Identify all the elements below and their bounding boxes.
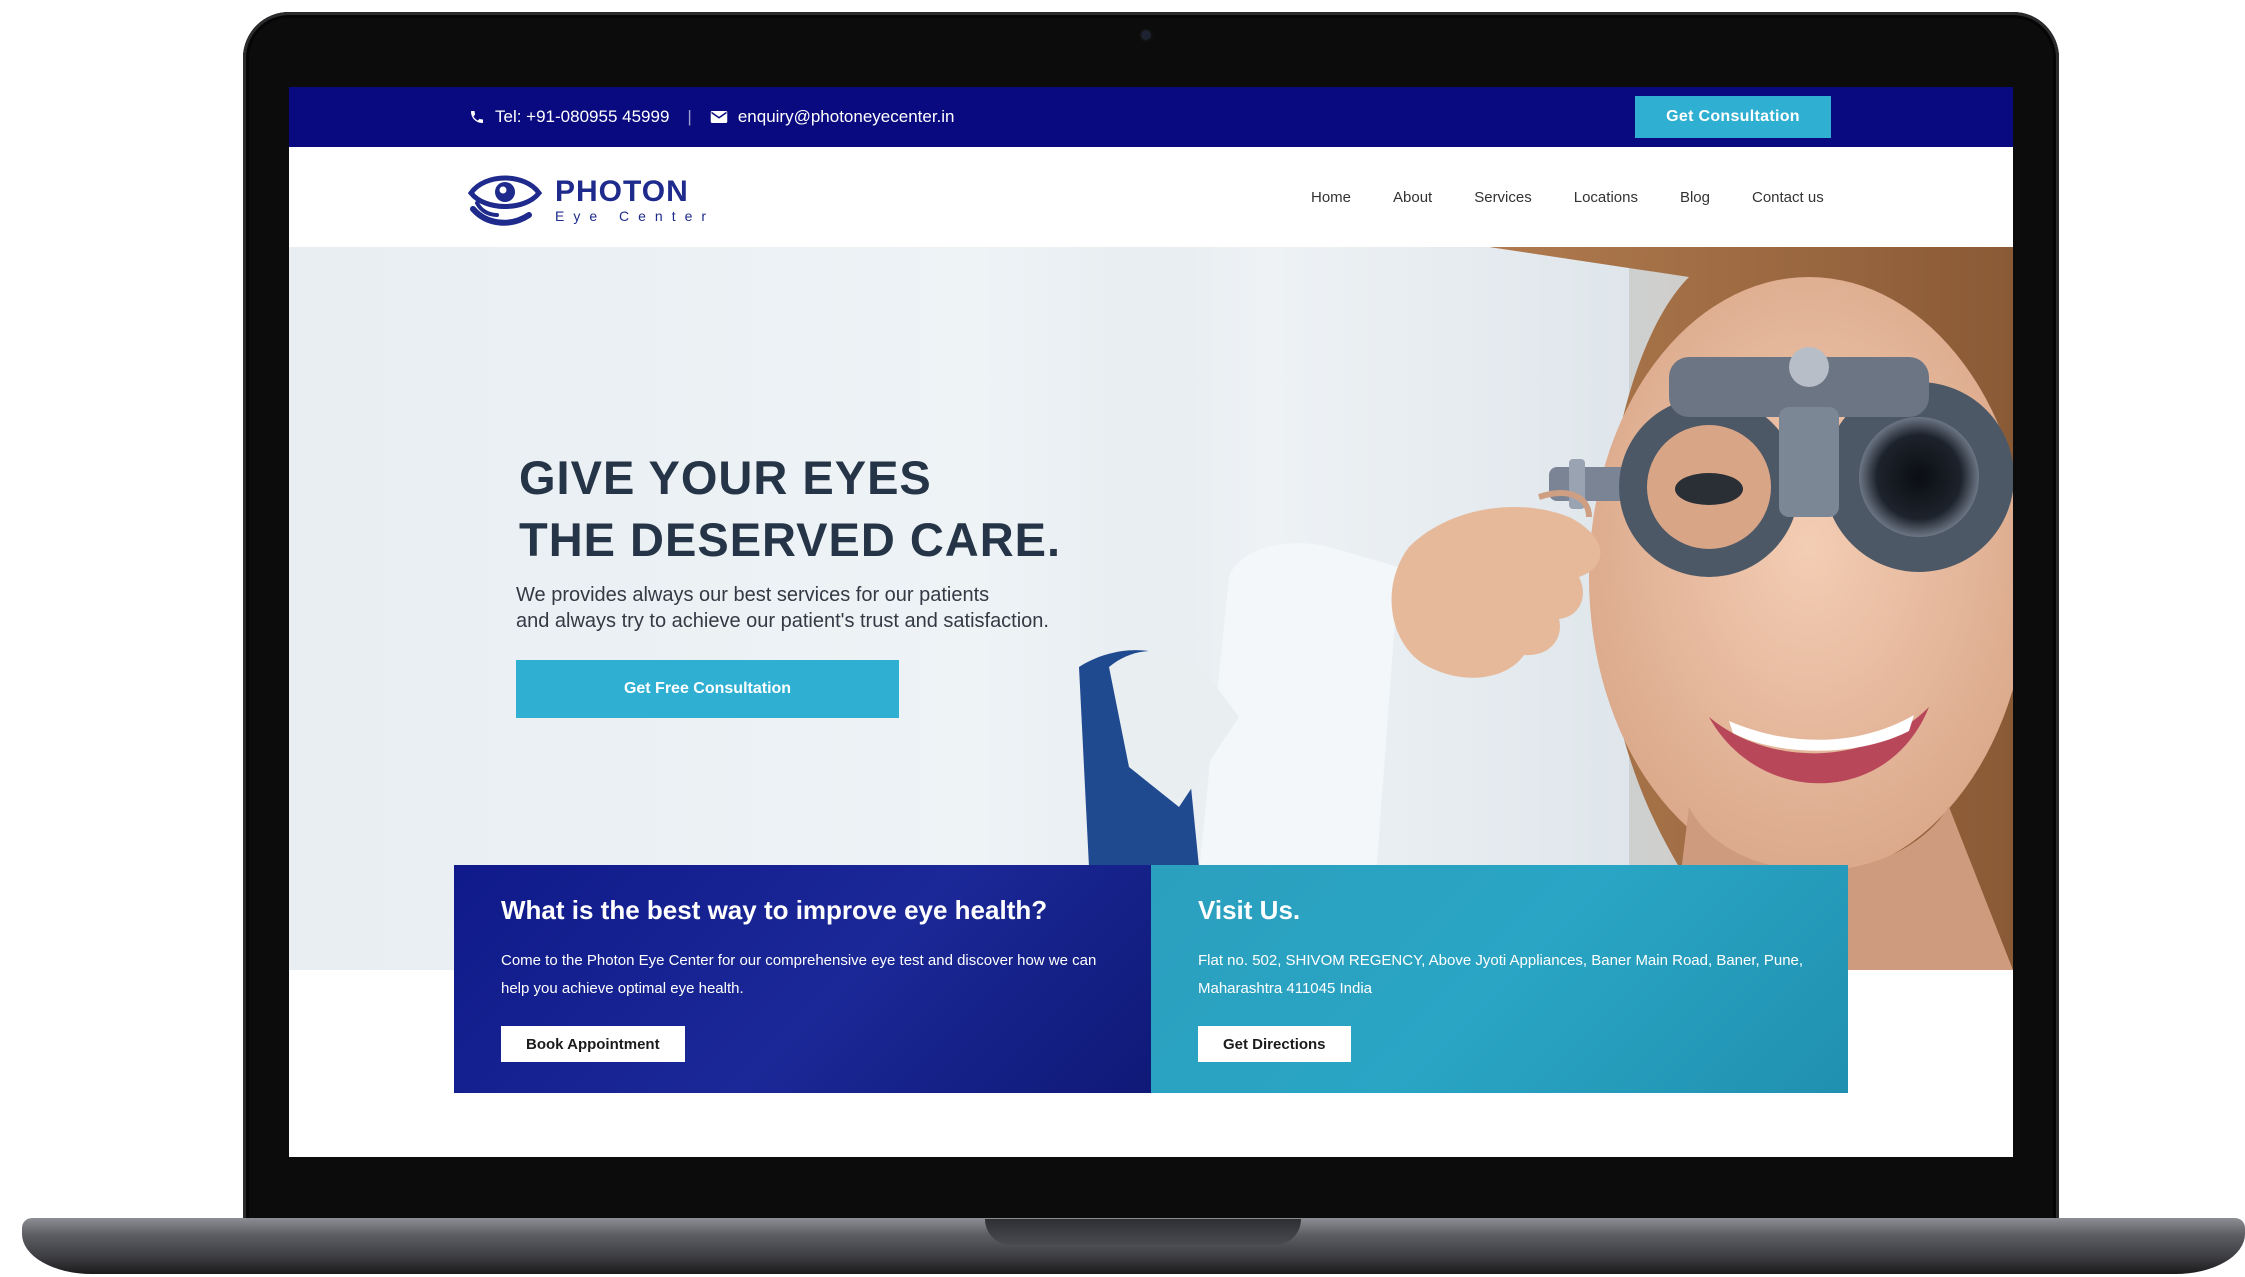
visit-us-card: Visit Us. Flat no. 502, SHIVOM REGENCY, … [1151, 865, 1848, 1093]
nav-locations[interactable]: Locations [1574, 189, 1638, 206]
mail-icon [710, 110, 728, 124]
phone-text[interactable]: Tel: +91-080955 45999 [495, 107, 669, 127]
get-free-consultation-button[interactable]: Get Free Consultation [516, 660, 899, 718]
visit-us-card-title: Visit Us. [1198, 895, 1301, 925]
primary-nav: Home About Services Locations Blog Conta… [1311, 147, 1824, 247]
top-contact-bar: Tel: +91-080955 45999 | enquiry@photoney… [289, 87, 2013, 147]
laptop-camera [1141, 30, 1151, 40]
hero-text-line1: We provides always our best services for… [516, 584, 990, 606]
logo-name: PHOTON [555, 174, 689, 208]
nav-home[interactable]: Home [1311, 189, 1351, 206]
nav-services[interactable]: Services [1474, 189, 1532, 206]
hero-text-line2: and always try to achieve our patient's … [516, 610, 1049, 632]
laptop-base-notch [985, 1219, 1301, 1245]
hero-description: We provides always our best services for… [516, 582, 1049, 634]
book-appointment-button[interactable]: Book Appointment [501, 1026, 685, 1062]
browser-viewport: Tel: +91-080955 45999 | enquiry@photoney… [289, 87, 2013, 1157]
hero-title-line1: GIVE YOUR EYES [519, 451, 932, 504]
nav-about[interactable]: About [1393, 189, 1432, 206]
contact-separator: | [687, 107, 692, 126]
contact-info: Tel: +91-080955 45999 | enquiry@photoney… [469, 87, 955, 147]
main-navbar: PHOTON Eye Center Home About Services Lo… [289, 147, 2013, 247]
eye-health-card-title: What is the best way to improve eye heal… [501, 895, 1048, 925]
eye-hand-icon [467, 167, 543, 234]
site-logo[interactable]: PHOTON Eye Center [467, 167, 715, 234]
logo-subtitle: Eye Center [555, 207, 716, 224]
hero-section: GIVE YOUR EYES THE DESERVED CARE. We pro… [289, 247, 2013, 970]
eye-health-card: What is the best way to improve eye heal… [454, 865, 1151, 1093]
get-directions-button[interactable]: Get Directions [1198, 1026, 1351, 1062]
nav-contact[interactable]: Contact us [1752, 189, 1824, 206]
get-consultation-button[interactable]: Get Consultation [1635, 96, 1831, 138]
hero-photo-eye-exam [1069, 247, 2013, 970]
hero-title-line2: THE DESERVED CARE. [519, 513, 1062, 566]
email-text[interactable]: enquiry@photoneyecenter.in [738, 107, 955, 127]
hero-title: GIVE YOUR EYES THE DESERVED CARE. [519, 447, 1061, 571]
nav-blog[interactable]: Blog [1680, 189, 1710, 206]
eye-health-card-text: Come to the Photon Eye Center for our co… [501, 952, 1097, 997]
visit-us-address: Flat no. 502, SHIVOM REGENCY, Above Jyot… [1198, 952, 1804, 997]
phone-icon [469, 109, 485, 125]
